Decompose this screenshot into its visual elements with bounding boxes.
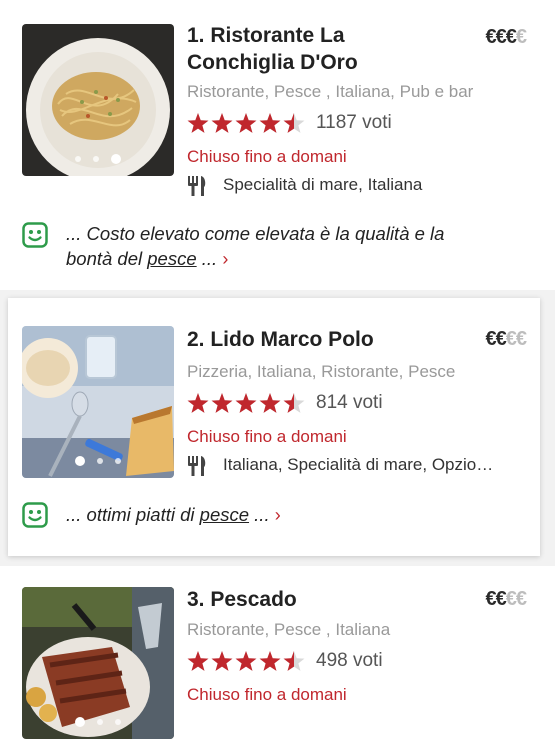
carousel-dots	[22, 452, 174, 470]
carousel-dots	[22, 150, 174, 168]
cuisine-text: Italiana, Specialità di mare, Opzio…	[223, 455, 494, 474]
review-keyword: pesce	[147, 248, 197, 269]
rating-star-filled	[211, 651, 233, 671]
price-level-inactive: €€	[505, 328, 527, 350]
carousel-dot[interactable]	[115, 457, 121, 464]
review-text: ...	[196, 248, 218, 269]
restaurant-name-line: 1. Ristorante La	[187, 24, 345, 47]
restaurant-tags: Ristorante, Pesce , Italiana, Pub e bar	[187, 82, 474, 101]
carousel-dot[interactable]	[115, 718, 121, 725]
rating[interactable]: 498 voti	[187, 650, 427, 674]
carousel-dot-active[interactable]	[75, 716, 85, 727]
price-level: €€€€	[485, 26, 528, 49]
vote-count: 498 voti	[316, 650, 383, 671]
cuisine-row: Specialità di mare, Italiana	[187, 175, 487, 197]
rating[interactable]: 814 voti	[187, 392, 427, 416]
restaurant-name[interactable]: 3. Pescado	[187, 586, 297, 613]
carousel-dots	[22, 713, 174, 731]
rating-star-filled	[259, 113, 281, 133]
restaurant-name[interactable]: 1. Ristorante La Conchiglia D'Oro	[187, 22, 358, 76]
review-text: ...	[249, 504, 270, 525]
opening-status: Chiuso fino a domani	[187, 427, 347, 446]
restaurant-tags: Pizzeria, Italiana, Ristorante, Pesce	[187, 362, 456, 381]
restaurant-card-2[interactable]: 2. Lido Marco Polo €€€€ Pizzeria, Italia…	[8, 298, 540, 556]
smiley-icon	[22, 502, 48, 528]
restaurant-name[interactable]: 2. Lido Marco Polo	[187, 326, 374, 353]
rating-star-filled	[187, 393, 209, 413]
review-text: ... ottimi piatti di	[66, 504, 200, 525]
rating-star-filled	[187, 113, 209, 133]
restaurant-name-line: 3. Pescado	[187, 588, 297, 611]
price-level-inactive: €	[515, 26, 527, 48]
rating-star-filled	[259, 393, 281, 413]
rating-star-filled	[235, 651, 257, 671]
fork-knife-icon	[188, 176, 206, 196]
rating-stars	[187, 393, 305, 413]
vote-count: 814 voti	[316, 392, 383, 413]
vote-count: 1187 voti	[316, 112, 392, 133]
price-level: €€€€	[485, 328, 528, 351]
carousel-dot-active[interactable]	[75, 455, 85, 466]
restaurant-photo-carousel[interactable]	[22, 24, 174, 176]
carousel-dot[interactable]	[97, 457, 103, 464]
review-keyword: pesce	[199, 504, 250, 525]
restaurant-photo-carousel[interactable]	[22, 326, 174, 478]
rating[interactable]: 1187 voti	[187, 112, 427, 136]
restaurant-photo-carousel[interactable]	[22, 587, 174, 739]
review-snippet[interactable]: ... ottimi piatti di pesce ... ›	[66, 502, 281, 528]
restaurant-name-line: Conchiglia D'Oro	[187, 51, 358, 74]
review-text: ... Costo elevato come elevata è la qual…	[66, 223, 445, 244]
restaurant-name-line: 2. Lido Marco Polo	[187, 328, 374, 351]
rating-star-filled	[235, 393, 257, 413]
rating-stars	[187, 113, 305, 133]
price-level-inactive: €€	[505, 588, 527, 610]
opening-status: Chiuso fino a domani	[187, 147, 347, 166]
price-level-active: €€	[485, 328, 507, 350]
fork-knife-icon	[188, 456, 206, 476]
rating-star-filled	[211, 393, 233, 413]
rating-stars	[187, 651, 305, 671]
rating-star-filled	[211, 113, 233, 133]
carousel-dot[interactable]	[75, 155, 81, 162]
cuisine-row: Italiana, Specialità di mare, Opzio…	[187, 455, 527, 477]
restaurant-card-3[interactable]: 3. Pescado €€€€ Ristorante, Pesce , Ital…	[0, 566, 555, 750]
rating-star-filled	[187, 651, 209, 671]
chevron-right-icon[interactable]: ›	[275, 505, 281, 525]
smiley-icon	[22, 222, 48, 248]
chevron-right-icon[interactable]: ›	[222, 249, 228, 269]
review-snippet[interactable]: ... Costo elevato come elevata è la qual…	[66, 221, 444, 272]
restaurant-tags: Ristorante, Pesce , Italiana	[187, 620, 391, 639]
price-level-active: €€€	[485, 26, 517, 48]
price-level-active: €€	[485, 588, 507, 610]
cuisine-text: Specialità di mare, Italiana	[223, 175, 423, 194]
price-level: €€€€	[485, 588, 528, 611]
review-text: bontà del	[66, 248, 148, 269]
carousel-dot[interactable]	[97, 718, 103, 725]
carousel-dot[interactable]	[93, 155, 99, 162]
rating-star-filled	[259, 651, 281, 671]
opening-status: Chiuso fino a domani	[187, 685, 347, 704]
carousel-dot-active[interactable]	[111, 153, 121, 164]
restaurant-card-1[interactable]: 1. Ristorante La Conchiglia D'Oro €€€€ R…	[0, 0, 555, 290]
rating-star-filled	[235, 113, 257, 133]
